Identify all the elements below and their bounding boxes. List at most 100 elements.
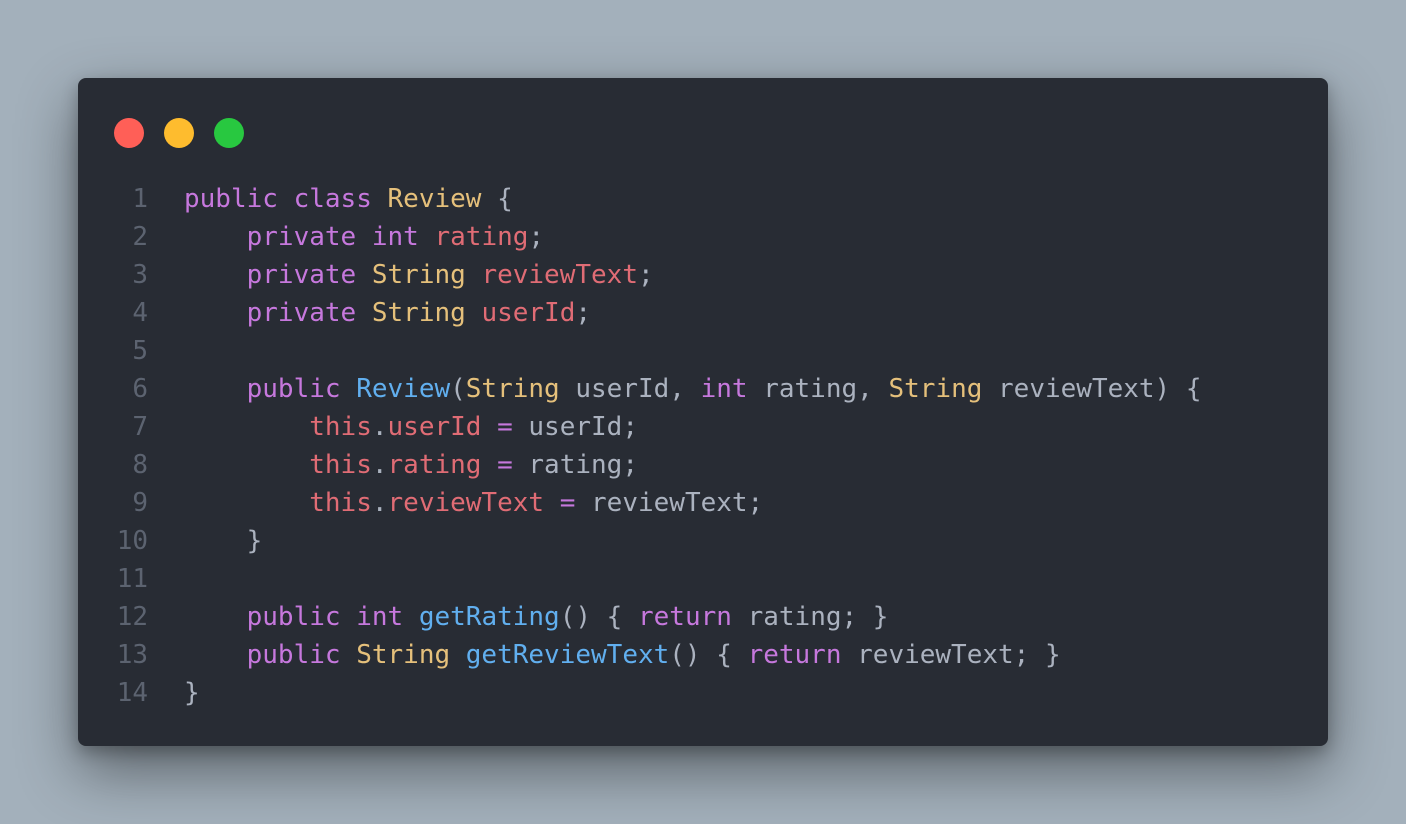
code-block: 1 public class Review {2 private int rati… xyxy=(78,180,1328,712)
code-line: 11 xyxy=(78,560,1328,598)
code-token: rating xyxy=(387,450,482,480)
code-token: ; xyxy=(528,222,545,252)
line-content: } xyxy=(184,522,263,560)
code-token: () { xyxy=(669,640,748,670)
line-content: private int rating; xyxy=(184,218,544,256)
line-number: 1 xyxy=(132,184,148,214)
line-number: 3 xyxy=(132,260,148,290)
maximize-dot-icon[interactable] xyxy=(214,118,244,148)
code-token: ; xyxy=(637,260,654,290)
line-content: public String getReviewText() { return r… xyxy=(184,636,1061,674)
code-token: . xyxy=(371,488,388,518)
line-number: 2 xyxy=(132,222,148,252)
line-content: public class Review { xyxy=(184,180,513,218)
code-token: Review xyxy=(387,184,482,214)
code-token: rating; } xyxy=(731,602,889,632)
code-line: 13 public String getReviewText() { retur… xyxy=(78,636,1328,674)
line-content: private String reviewText; xyxy=(184,256,654,294)
line-number: 8 xyxy=(132,450,148,480)
code-token: reviewText) { xyxy=(982,374,1202,404)
line-content: this.reviewText = reviewText; xyxy=(184,484,763,522)
code-token: Review xyxy=(356,374,451,404)
code-token: public xyxy=(184,184,278,214)
line-content: this.rating = rating; xyxy=(184,446,638,484)
code-token: = xyxy=(497,412,513,442)
line-number: 13 xyxy=(116,640,148,670)
code-token: userId, xyxy=(559,374,701,404)
code-line: 6 public Review(String userId, int ratin… xyxy=(78,370,1328,408)
code-token: int xyxy=(356,602,404,632)
code-token: public xyxy=(246,602,341,632)
code-token: public xyxy=(246,374,341,404)
code-token: this xyxy=(309,412,372,442)
code-token: return xyxy=(747,640,842,670)
line-content: public Review(String userId, int rating,… xyxy=(184,370,1202,408)
code-token: { xyxy=(481,184,513,214)
line-content: public int getRating() { return rating; … xyxy=(184,598,889,636)
line-number: 9 xyxy=(132,488,148,518)
line-number: 11 xyxy=(116,564,148,594)
code-token: private xyxy=(246,260,357,290)
code-token: reviewText; } xyxy=(841,640,1061,670)
code-token: . xyxy=(371,450,388,480)
code-token: return xyxy=(638,602,732,632)
code-token: userId xyxy=(481,298,576,328)
line-content: } xyxy=(184,674,200,712)
close-dot-icon[interactable] xyxy=(114,118,144,148)
code-line: 3 private String reviewText; xyxy=(78,256,1328,294)
code-token: = xyxy=(497,450,513,480)
code-window: 1 public class Review {2 private int rati… xyxy=(78,78,1328,746)
line-number: 10 xyxy=(116,526,148,556)
minimize-dot-icon[interactable] xyxy=(164,118,194,148)
code-token: . xyxy=(371,412,388,442)
code-line: 1 public class Review { xyxy=(78,180,1328,218)
code-token: reviewText xyxy=(481,260,638,290)
code-token: String xyxy=(371,298,466,328)
code-token: ; xyxy=(575,298,592,328)
code-line: 9 this.reviewText = reviewText; xyxy=(78,484,1328,522)
code-token: this xyxy=(309,450,372,480)
code-token: class xyxy=(293,184,372,214)
code-token: userId xyxy=(387,412,482,442)
code-token: private xyxy=(246,222,357,252)
code-token: String xyxy=(356,640,451,670)
code-token: ( xyxy=(450,374,466,404)
code-line: 2 private int rating; xyxy=(78,218,1328,256)
line-content: this.userId = userId; xyxy=(184,408,638,446)
code-token: int xyxy=(700,374,748,404)
code-token: public xyxy=(246,640,341,670)
code-token: String xyxy=(465,374,560,404)
code-token: String xyxy=(371,260,466,290)
code-token: rating xyxy=(434,222,529,252)
line-number: 5 xyxy=(132,336,148,366)
code-token: = xyxy=(559,488,576,518)
code-token: rating; xyxy=(512,450,638,480)
code-line: 5 xyxy=(78,332,1328,370)
code-token: int xyxy=(371,222,419,252)
code-token: } xyxy=(184,678,200,708)
code-token: getReviewText xyxy=(465,640,670,670)
code-token: private xyxy=(246,298,357,328)
